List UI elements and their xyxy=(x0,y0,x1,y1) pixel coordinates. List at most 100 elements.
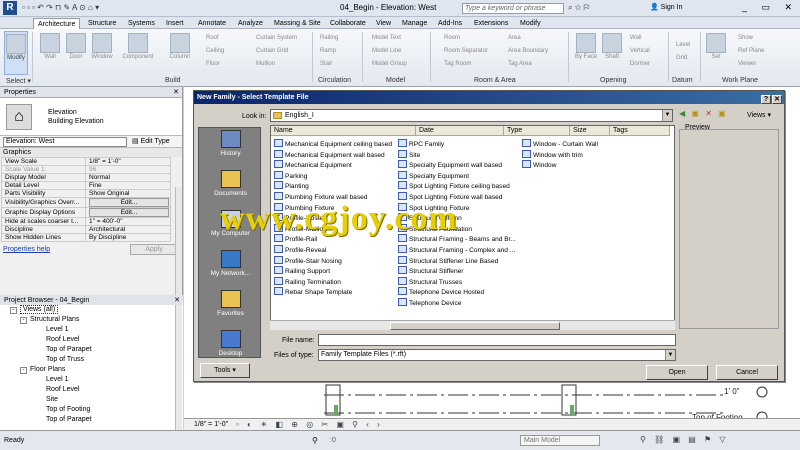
file-item[interactable]: Mechanical Equipment wall based xyxy=(274,149,385,160)
tools-button[interactable]: Tools ▾ xyxy=(200,363,250,378)
tab-collaborate[interactable]: Collaborate xyxy=(326,18,370,29)
sign-in-button[interactable]: 👤 Sign In xyxy=(650,3,682,11)
model-tools[interactable]: Model Text Model Line Model Group xyxy=(372,32,407,71)
grid-button[interactable]: Grid xyxy=(676,52,690,65)
railing-button[interactable]: Railing xyxy=(320,32,338,45)
show-workplane-button[interactable]: Show xyxy=(738,32,764,45)
workplane-tools[interactable]: Show Ref Plane Viewer xyxy=(738,32,764,71)
tree-item[interactable]: Roof Level xyxy=(0,335,183,345)
area-boundary-button[interactable]: Area Boundary xyxy=(508,45,548,58)
place-desktop[interactable]: Desktop xyxy=(199,330,262,357)
tab-analyze[interactable]: Analyze xyxy=(234,18,267,29)
worksets-icon[interactable]: ⚲ xyxy=(312,436,318,445)
tab-modify[interactable]: Modify xyxy=(516,18,545,29)
wall-opening-button[interactable]: Wall xyxy=(630,32,650,45)
tab-manage[interactable]: Manage xyxy=(398,18,431,29)
file-item[interactable]: Mechanical Equipment ceiling based xyxy=(274,139,392,149)
tab-structure[interactable]: Structure xyxy=(84,18,120,29)
file-item[interactable]: Spot Lighting Fixture ceiling based xyxy=(398,181,510,191)
type-selector[interactable]: ⌂ Elevation Building Elevation xyxy=(0,98,182,136)
column-header-tags[interactable]: Tags xyxy=(610,126,670,136)
file-item[interactable]: Profile-Stair Nosing xyxy=(274,255,342,266)
property-row[interactable]: Display Model Normal xyxy=(1,173,171,182)
modify-button[interactable]: Modify xyxy=(4,31,28,75)
tree-item[interactable]: Top of Parapet xyxy=(0,345,183,355)
file-item[interactable]: Structural Trusses xyxy=(398,276,462,287)
roof-button[interactable]: Roof xyxy=(206,32,224,45)
tree-item[interactable]: Site xyxy=(0,395,183,405)
edit-button[interactable]: Edit... xyxy=(89,208,169,217)
level-button[interactable]: Level xyxy=(676,39,690,52)
search-input[interactable]: Type a keyword or phrase xyxy=(462,3,564,14)
file-item[interactable]: Parking xyxy=(274,170,307,181)
tree-item[interactable]: - Floor Plans xyxy=(0,365,183,375)
collapse-icon[interactable]: - xyxy=(20,317,27,324)
graphics-group-header[interactable]: Graphics xyxy=(0,148,182,157)
room-separator-button[interactable]: Room Separator xyxy=(444,45,488,58)
property-row[interactable]: Hide at scales coarser t... 1" = 400'-0" xyxy=(1,217,171,226)
file-item[interactable]: Window xyxy=(522,160,556,170)
new-folder-icon[interactable]: ▣ xyxy=(718,109,728,118)
tree-root-views[interactable]: - Views (all) xyxy=(0,305,183,315)
file-item[interactable]: Telephone Device Hosted xyxy=(398,287,484,297)
tab-extensions[interactable]: Extensions xyxy=(470,18,512,29)
file-item[interactable]: Specialty Equipment xyxy=(398,170,469,181)
model-group-button[interactable]: Model Group xyxy=(372,58,407,71)
tab-insert[interactable]: Insert xyxy=(162,18,188,29)
build-small-col1[interactable]: Roof Ceiling Floor xyxy=(206,32,224,71)
navigation-toolbar[interactable]: ◀ ▣ ✕ ▣ xyxy=(679,109,728,118)
collapse-icon[interactable]: - xyxy=(20,367,27,374)
delete-icon[interactable]: ✕ xyxy=(705,109,714,118)
file-item[interactable]: Mechanical Equipment xyxy=(274,160,352,170)
property-value[interactable]: By Discipline xyxy=(85,233,171,242)
floor-button[interactable]: Floor xyxy=(206,58,224,71)
edit-button[interactable]: Edit... xyxy=(89,198,169,207)
viewer-button[interactable]: Viewer xyxy=(738,58,764,71)
property-row[interactable]: Visibility/Graphics Overr... Edit... xyxy=(1,197,171,208)
place-documents[interactable]: Documents xyxy=(199,170,262,197)
tree-item[interactable]: Level 1 xyxy=(0,375,183,385)
property-row[interactable]: Graphic Display Options Edit... xyxy=(1,207,171,218)
close-icon[interactable]: ✕ xyxy=(772,95,782,104)
file-item[interactable]: Rebar Shape Template xyxy=(274,287,352,297)
vertical-opening-button[interactable]: Vertical xyxy=(630,45,650,58)
file-item[interactable]: Structural Stiffener Line Based xyxy=(398,255,498,266)
infocenter-icons[interactable]: ⌕ ☆ ⚐ xyxy=(568,3,589,13)
look-in-dropdown[interactable]: English_I ▼ xyxy=(270,109,673,122)
circulation-tools[interactable]: Railing Ramp Stair xyxy=(320,32,338,71)
model-line-button[interactable]: Model Line xyxy=(372,45,407,58)
file-item[interactable]: Specialty Equipment wall based xyxy=(398,160,502,170)
property-value[interactable]: 1" = 400'-0" xyxy=(85,217,171,226)
tree-item[interactable]: Roof Level xyxy=(0,385,183,395)
tab-massing-site[interactable]: Massing & Site xyxy=(270,18,325,29)
panel-select[interactable]: Select ▾ xyxy=(6,77,31,85)
room-button[interactable]: Room xyxy=(444,32,488,45)
tab-add-ins[interactable]: Add-Ins xyxy=(434,18,466,29)
opening-tools[interactable]: Wall Vertical Dormer xyxy=(630,32,650,71)
tab-architecture[interactable]: Architecture xyxy=(33,18,81,29)
file-item[interactable]: Window - Curtain Wall xyxy=(522,139,598,149)
window-button[interactable]: Window xyxy=(88,31,116,60)
chevron-down-icon[interactable]: ▼ xyxy=(665,350,675,360)
view-control-icons[interactable]: ▫ ◐ ☀ ◧ ⊕ ◎ ✂ ▣ ⚲ ‹ › xyxy=(236,420,383,429)
file-type-dropdown[interactable]: Family Template Files (*.rft) ▼ xyxy=(318,349,676,361)
tab-view[interactable]: View xyxy=(372,18,395,29)
curtain-system-button[interactable]: Curtain System xyxy=(256,32,297,45)
room-tools[interactable]: Room Room Separator Tag Room xyxy=(444,32,488,71)
property-row[interactable]: Parts Visibility Show Original xyxy=(1,189,171,198)
up-folder-icon[interactable]: ▣ xyxy=(691,109,701,118)
tree-item[interactable]: Top of Truss xyxy=(0,355,183,365)
column-header-type[interactable]: Type xyxy=(504,126,570,136)
wall-button[interactable]: Wall xyxy=(36,31,64,60)
column-header-date[interactable]: Date xyxy=(416,126,504,136)
datum-tools[interactable]: Level Grid xyxy=(676,39,690,65)
tab-systems[interactable]: Systems xyxy=(124,18,159,29)
property-value[interactable]: Show Original xyxy=(85,189,171,198)
file-item[interactable]: Structural Stiffener xyxy=(398,266,464,276)
curtain-grid-button[interactable]: Curtain Grid xyxy=(256,45,297,58)
property-row[interactable]: Discipline Architectural xyxy=(1,225,171,234)
chevron-down-icon[interactable]: ▼ xyxy=(662,110,672,121)
ceiling-button[interactable]: Ceiling xyxy=(206,45,224,58)
selection-toggle-icons[interactable]: ⚲ ⛓ ▣ ▤ ⚑ ▽ xyxy=(640,435,729,444)
area-tools[interactable]: Area Area Boundary Tag Area xyxy=(508,32,548,71)
